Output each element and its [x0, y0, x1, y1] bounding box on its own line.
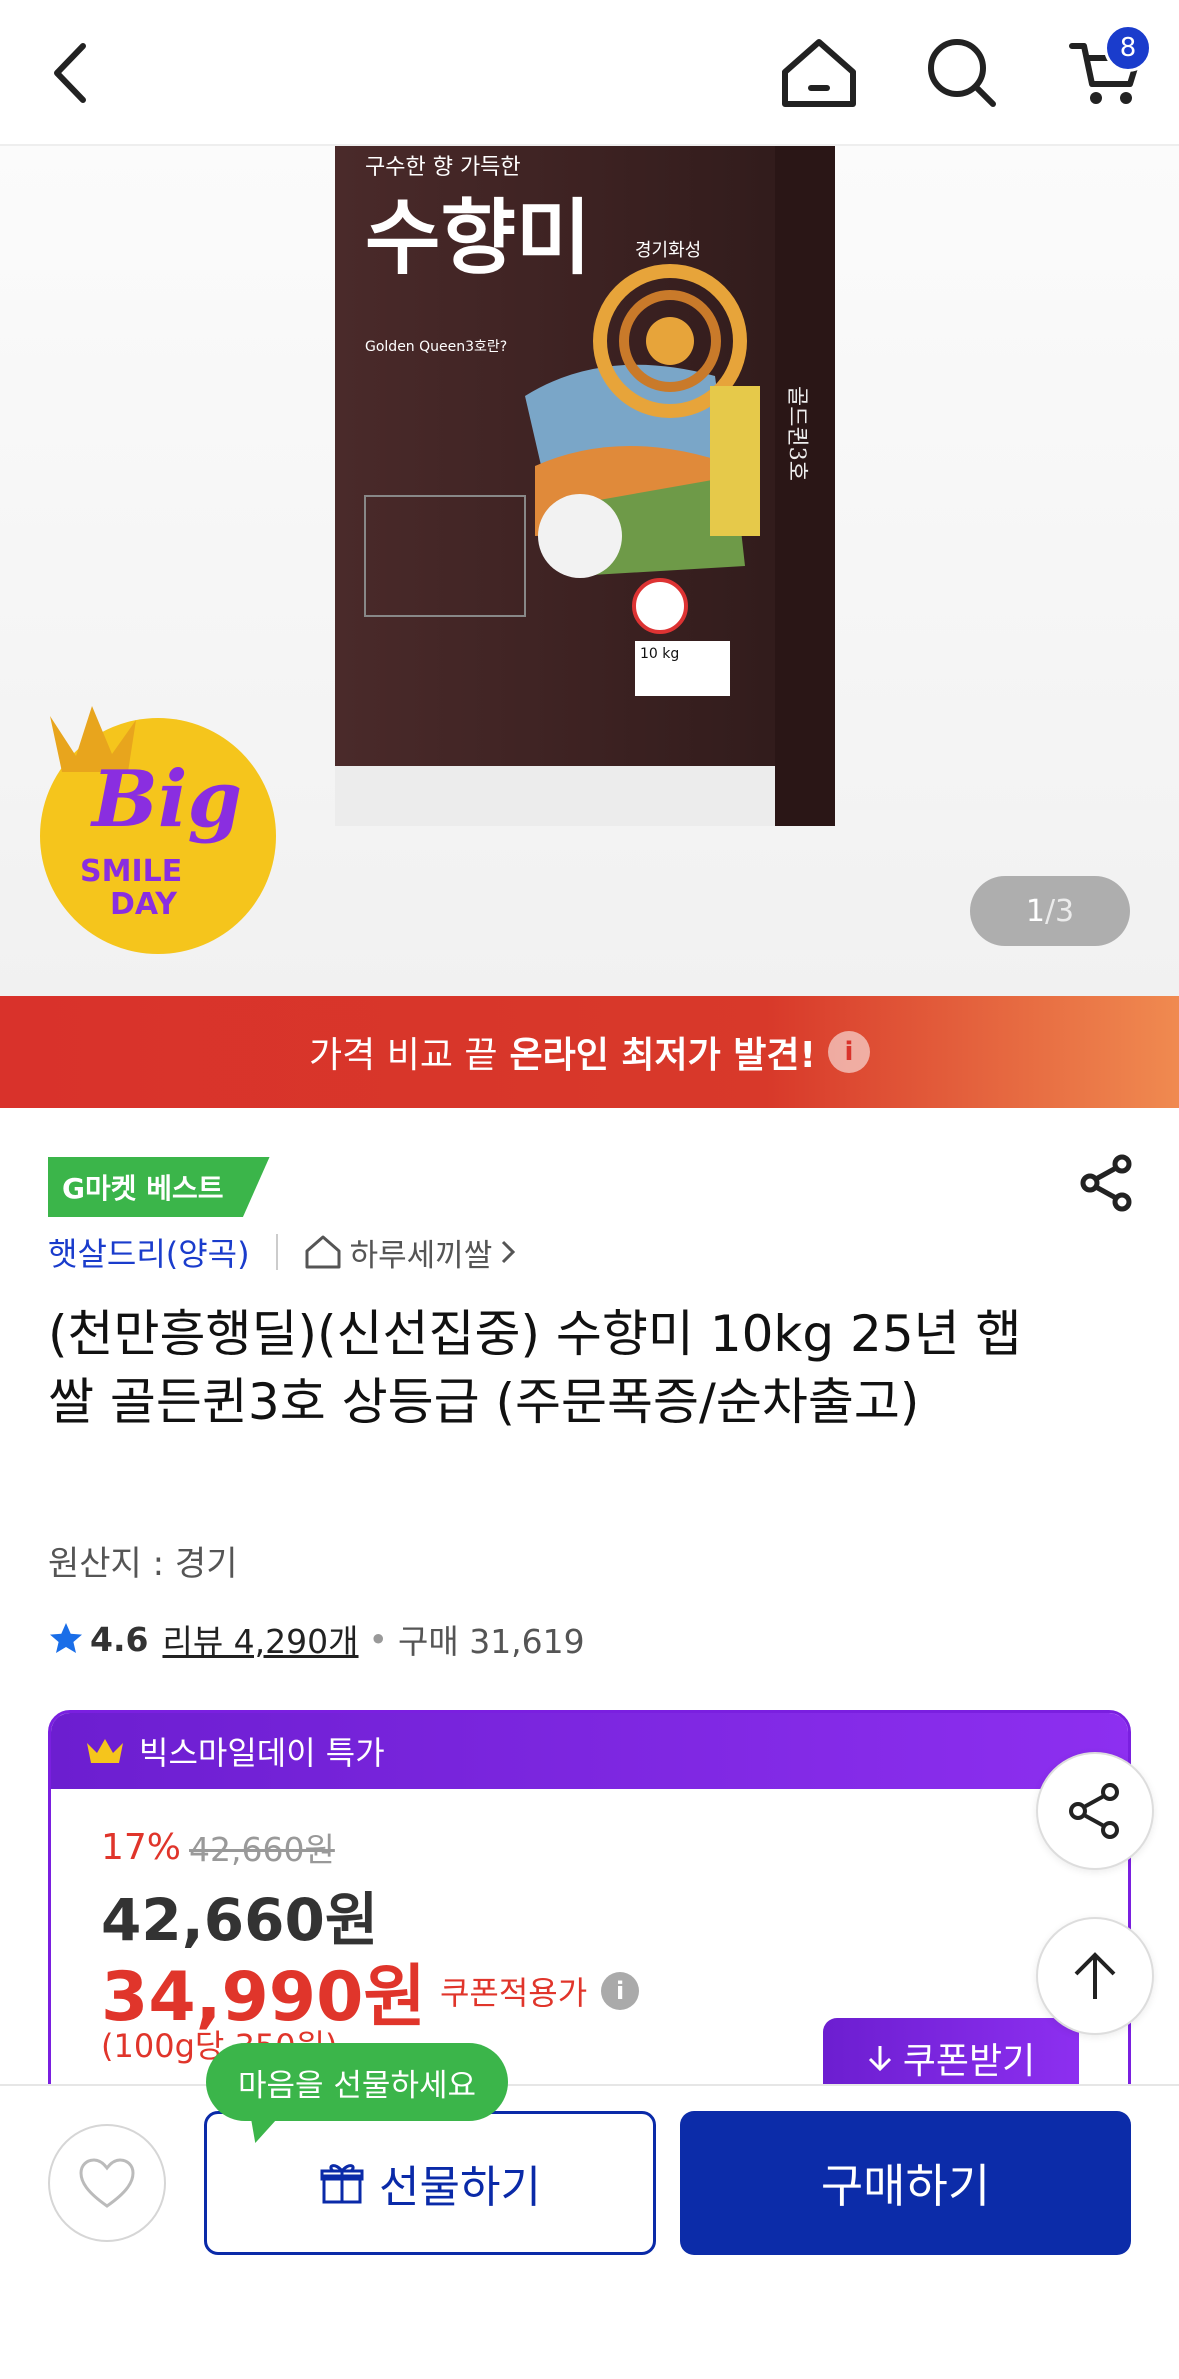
search-icon — [928, 39, 996, 107]
page-total: /3 — [1044, 893, 1075, 929]
rating-row: 4.6 리뷰 4,290개 • 구매 31,619 — [48, 1614, 585, 1664]
share-button[interactable] — [1072, 1148, 1142, 1218]
seller-row: 햇살드리(양곡) 하루세끼쌀 — [48, 1228, 516, 1276]
origin-info: 원산지 : 경기 — [48, 1544, 238, 1584]
seller-name[interactable]: 햇살드리(양곡) — [48, 1229, 250, 1275]
divider — [275, 1234, 278, 1270]
home-button[interactable] — [774, 28, 864, 118]
discount-row: 17% 42,660원 — [101, 1823, 335, 1871]
badge-line3: DAY — [110, 887, 178, 922]
chevron-right-icon — [502, 1240, 516, 1264]
bag-weight: 10 kg — [640, 646, 679, 662]
badge-line2: SMILE — [80, 854, 182, 889]
review-link[interactable]: 리뷰 4,290개 — [162, 1615, 358, 1663]
cart-button[interactable]: 8 — [1060, 24, 1152, 118]
cart-count-badge: 8 — [1104, 24, 1152, 72]
store-name: 하루세끼쌀 — [349, 1237, 493, 1274]
lowest-price-banner[interactable]: 가격 비교 끝 온라인 최저가 발견! i — [0, 996, 1179, 1108]
deal-header: 빅스마일데이 특가 — [51, 1713, 1128, 1789]
star-icon — [50, 1623, 82, 1653]
rating-value: 4.6 — [90, 1619, 149, 1659]
share-icon — [1069, 1783, 1119, 1839]
bottom-action-bar: 선물하기 구매하기 — [0, 2084, 1179, 2379]
bag-sub: Golden Queen3호란? — [365, 339, 507, 355]
top-nav: 8 — [0, 0, 1179, 146]
product-title: (천만흥행딜)(신선집중) 수향미 10kg 25년 햅쌀 골든퀸3호 상등급 … — [48, 1305, 1022, 1431]
back-icon — [54, 43, 86, 103]
purchase-count: 구매 31,619 — [397, 1622, 585, 1661]
store-link[interactable]: 하루세끼쌀 — [304, 1230, 517, 1275]
bag-side-text: 골드퀸3호 — [784, 386, 809, 481]
big-smile-day-badge: Big SMILE DAY — [40, 706, 276, 954]
coupon-price-label: 쿠폰적용가 — [439, 1973, 588, 2012]
page-current: 1 — [1025, 893, 1045, 929]
bag-brand: 수향미 — [365, 190, 591, 286]
coupon-info-icon[interactable]: i — [601, 1971, 640, 2010]
floating-share-button[interactable] — [1036, 1752, 1154, 1870]
heart-icon — [79, 2158, 135, 2208]
badge-line1: Big — [90, 754, 242, 845]
separator-dot: • — [368, 1619, 388, 1659]
discount-percent: 17% — [101, 1826, 182, 1868]
scroll-top-button[interactable] — [1036, 1917, 1154, 2035]
gift-label: 선물하기 — [379, 2162, 541, 2213]
buy-button[interactable]: 구매하기 — [680, 2111, 1131, 2255]
bag-tagline: 구수한 향 가득한 — [365, 155, 521, 180]
rice-bag-image: 구수한 향 가득한 수향미 경기화성 Golden Queen3호란? 10 k… — [335, 146, 835, 826]
original-price: 42,660원 — [189, 1830, 335, 1869]
crown-icon — [87, 1739, 123, 1763]
wishlist-button[interactable] — [48, 2124, 166, 2242]
product-image-carousel[interactable]: 구수한 향 가득한 수향미 경기화성 Golden Queen3호란? 10 k… — [0, 146, 1179, 996]
home-icon — [782, 39, 856, 107]
deal-header-title: 빅스마일데이 특가 — [139, 1734, 385, 1772]
gmarket-best-badge: G마켓 베스트 — [48, 1157, 270, 1217]
bag-region: 경기화성 — [635, 240, 701, 261]
share-icon — [1080, 1154, 1132, 1212]
banner-prefix: 가격 비교 끝 — [309, 1035, 498, 1076]
info-icon[interactable]: i — [827, 1031, 870, 1073]
banner-emphasis: 온라인 최저가 발견! — [509, 1035, 816, 1076]
gift-icon — [320, 2164, 364, 2204]
search-button[interactable] — [917, 28, 1007, 118]
gift-tooltip: 마음을 선물하세요 — [206, 2043, 509, 2121]
store-home-icon — [305, 1235, 341, 1269]
get-coupon-label: 쿠폰받기 — [902, 2041, 1036, 2082]
arrow-up-icon — [1074, 1952, 1116, 1999]
download-arrow-icon — [868, 2046, 891, 2072]
back-button[interactable] — [25, 28, 115, 118]
image-page-indicator: 1/3 — [970, 876, 1130, 946]
